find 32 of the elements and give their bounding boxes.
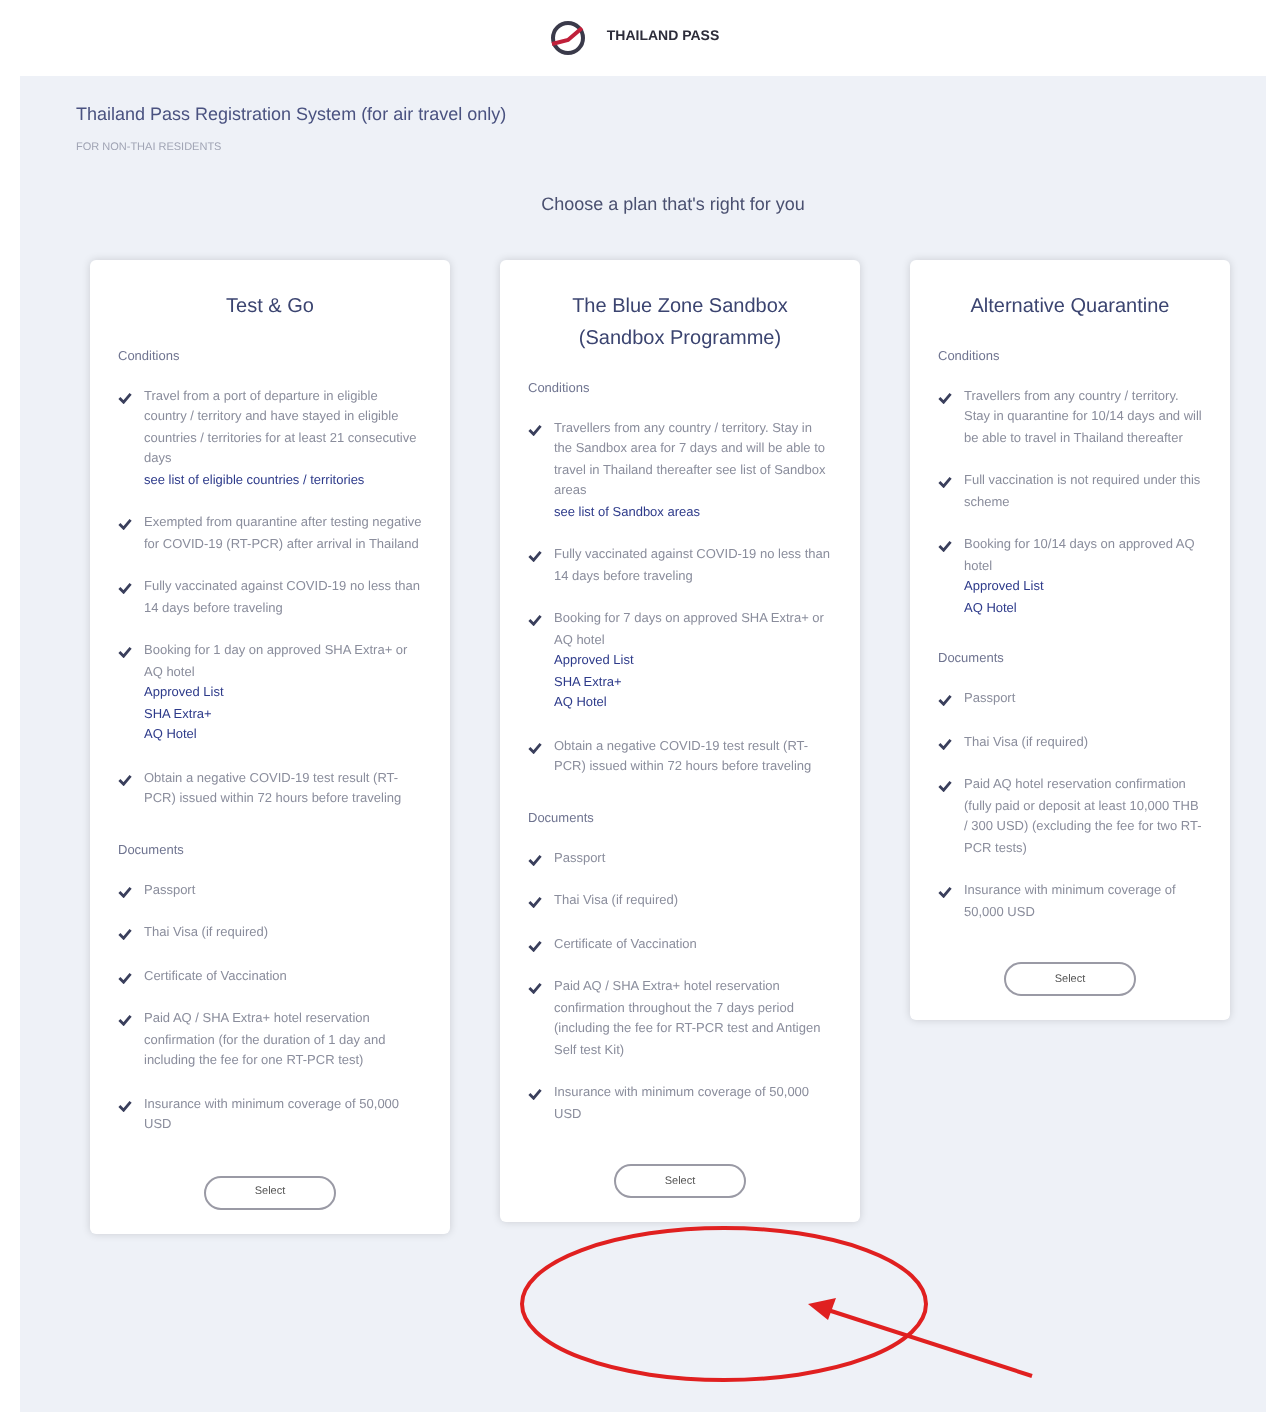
check-icon <box>118 773 132 786</box>
check-icon <box>528 614 542 627</box>
check-icon <box>938 391 952 404</box>
plan-prompt: Choose a plan that's right for you <box>541 192 805 219</box>
check-icon <box>118 518 132 531</box>
check-icon <box>938 737 952 750</box>
plan-title: Alternative Quarantine <box>968 293 1172 322</box>
check-icon <box>528 896 542 909</box>
check-icon <box>528 939 542 952</box>
check-icon <box>528 982 542 995</box>
check-icon <box>118 582 132 595</box>
plan-title: Test & Go <box>224 293 316 322</box>
check-icon <box>528 1088 542 1101</box>
check-icon <box>938 540 952 553</box>
check-icon <box>118 885 132 898</box>
check-icon <box>938 780 952 793</box>
page-title: Thailand Pass Registration System (for air travel only) <box>76 102 509 128</box>
check-icon <box>118 391 132 404</box>
check-icon <box>528 741 542 754</box>
logo-icon <box>546 20 591 56</box>
check-icon <box>118 1014 132 1027</box>
check-icon <box>938 886 952 899</box>
check-icon <box>118 971 132 984</box>
check-icon <box>528 550 542 563</box>
plan-title: The Blue Zone Sandbox (Sandbox Programme) <box>570 293 790 354</box>
check-icon <box>118 928 132 941</box>
check-icon <box>938 476 952 489</box>
check-icon <box>118 646 132 659</box>
check-icon <box>938 694 952 707</box>
check-icon <box>118 1099 132 1112</box>
check-icon <box>528 853 542 866</box>
check-icon <box>528 423 542 436</box>
